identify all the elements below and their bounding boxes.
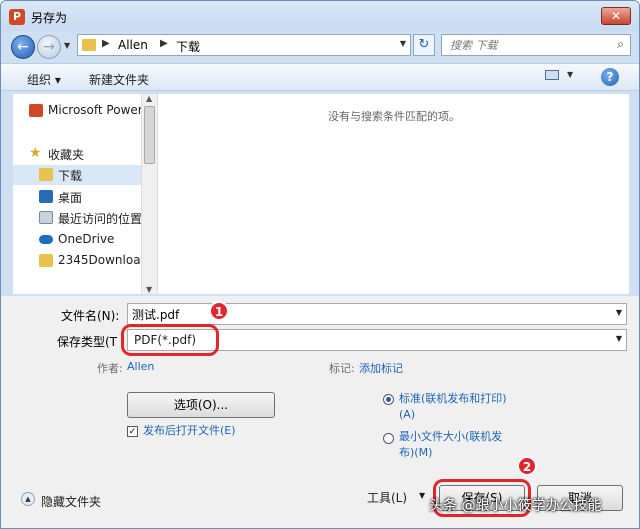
filename-dropdown-icon[interactable]: ▼	[616, 308, 622, 317]
filetype-label: 保存类型(T	[57, 335, 118, 349]
title-bar: P 另存为 ✕	[1, 1, 639, 31]
tools-dropdown-icon[interactable]: ▼	[419, 491, 425, 500]
open-after-publish-label[interactable]: 发布后打开文件(E)	[143, 423, 236, 438]
folder-icon	[39, 254, 53, 267]
back-button[interactable]: ←	[11, 35, 35, 59]
filename-input[interactable]	[128, 304, 577, 324]
annotation-highlight-filetype	[121, 324, 219, 356]
radio-minimum-label-line2[interactable]: 布)(M)	[399, 445, 432, 460]
address-bar[interactable]: ▶ Allen ▶ 下载 ▼	[77, 34, 411, 56]
annotation-badge-2: 2	[517, 456, 537, 476]
author-label: 作者:	[97, 362, 123, 375]
navigation-pane: Microsoft Powerl ★ 收藏夹 下载 桌面 最近访问的位置 One…	[13, 94, 157, 294]
filename-field[interactable]: ▼	[127, 303, 627, 325]
downloads-folder-icon	[39, 168, 53, 181]
scroll-up-icon[interactable]: ▲	[146, 94, 152, 103]
chevron-right-icon[interactable]: ▶	[160, 38, 168, 49]
radio-standard[interactable]	[383, 394, 394, 405]
search-input[interactable]	[450, 35, 610, 55]
radio-standard-label-line2[interactable]: (A)	[399, 407, 415, 422]
command-toolbar: 组织 ▾ 新建文件夹 ▼ ?	[1, 63, 639, 91]
recent-locations-dropdown[interactable]: ▼	[64, 41, 70, 50]
view-options-dropdown-icon[interactable]: ▼	[567, 70, 573, 79]
scrollbar-thumb[interactable]	[144, 106, 155, 164]
new-folder-button[interactable]: 新建文件夹	[89, 71, 149, 88]
sidebar-item-recent[interactable]: 最近访问的位置	[13, 208, 143, 228]
watermark-text: 头条 @跟小小筱学办公技能	[429, 498, 602, 514]
filetype-dropdown-icon[interactable]: ▼	[616, 334, 622, 343]
sidebar-item-downloads[interactable]: 下载	[13, 165, 143, 185]
tags-label: 标记:	[329, 362, 355, 375]
sidebar-item-onedrive[interactable]: OneDrive	[13, 230, 143, 250]
sidebar-item-label: 2345Downloads	[58, 253, 155, 267]
organize-menu[interactable]: 组织 ▾	[27, 71, 61, 88]
recent-places-icon	[39, 211, 53, 224]
open-after-publish-checkbox[interactable]: ✓	[127, 426, 138, 437]
powerpoint-app-icon: P	[9, 9, 25, 25]
dialog-title: 另存为	[31, 11, 68, 25]
radio-minimum-size[interactable]	[383, 433, 394, 444]
search-icon[interactable]: ⌕	[617, 37, 624, 52]
onedrive-icon	[39, 235, 53, 244]
hide-folders-chevron-icon[interactable]: ▲	[21, 492, 35, 506]
breadcrumb-allen[interactable]: Allen	[118, 38, 148, 52]
folder-icon	[82, 39, 96, 51]
help-icon[interactable]: ?	[601, 68, 619, 86]
empty-message: 没有与搜索条件匹配的项。	[328, 110, 460, 123]
address-dropdown-icon[interactable]: ▼	[400, 39, 406, 48]
radio-minimum-label-line1[interactable]: 最小文件大小(联机发	[399, 429, 502, 444]
navigation-scrollbar[interactable]: ▲ ▼	[141, 94, 157, 294]
options-button[interactable]: 选项(O)...	[127, 392, 275, 418]
sidebar-item-label: 下载	[58, 169, 83, 183]
radio-standard-label-line1[interactable]: 标准(联机发布和打印)	[399, 391, 507, 406]
chevron-right-icon[interactable]: ▶	[102, 38, 110, 49]
scroll-down-icon[interactable]: ▼	[146, 285, 152, 294]
powerpoint-icon	[29, 104, 43, 117]
star-icon: ★	[29, 145, 42, 161]
sidebar-item-2345downloads[interactable]: 2345Downloads	[13, 251, 154, 271]
forward-button[interactable]: →	[37, 35, 61, 59]
sidebar-item-label: 桌面	[58, 191, 83, 205]
search-box[interactable]: ⌕	[441, 34, 631, 56]
tools-menu[interactable]: 工具(L)	[367, 489, 407, 506]
save-as-dialog: P 另存为 ✕ ← → ▼ ▶ Allen ▶ 下载 ▼ ↻ ⌕ 组织 ▾ 新建…	[0, 0, 640, 529]
sidebar-item-favorites[interactable]: ★ 收藏夹	[13, 144, 143, 164]
breadcrumb-downloads[interactable]: 下载	[176, 38, 200, 55]
sidebar-item-desktop[interactable]: 桌面	[13, 187, 143, 207]
author-value[interactable]: Allen	[127, 360, 154, 373]
add-tags-link[interactable]: 添加标记	[359, 360, 403, 376]
change-view-icon[interactable]	[545, 70, 559, 80]
sidebar-item-label: Microsoft Powerl	[48, 103, 147, 117]
close-button[interactable]: ✕	[601, 7, 631, 25]
annotation-badge-1: 1	[209, 301, 229, 321]
filename-label: 文件名(N):	[61, 309, 120, 323]
desktop-icon	[39, 190, 53, 203]
sidebar-item-label: 收藏夹	[48, 148, 85, 162]
hide-folders-button[interactable]: 隐藏文件夹	[41, 493, 101, 510]
sidebar-item-label: 最近访问的位置	[58, 212, 143, 226]
sidebar-item-powerpoint[interactable]: Microsoft Powerl	[13, 101, 147, 121]
file-list[interactable]: 没有与搜索条件匹配的项。	[158, 94, 629, 294]
sidebar-item-label: OneDrive	[58, 232, 115, 246]
refresh-button[interactable]: ↻	[413, 34, 435, 56]
